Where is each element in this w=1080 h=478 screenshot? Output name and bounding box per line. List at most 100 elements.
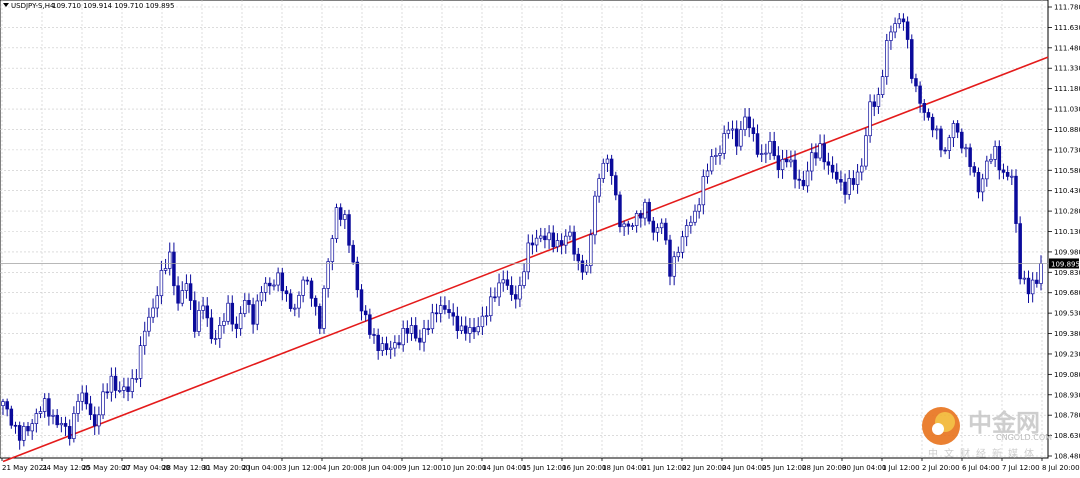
candle-body (422, 328, 426, 343)
candle-body (376, 334, 380, 351)
candle-body (951, 123, 956, 139)
candle-body (455, 315, 460, 331)
candle-body (334, 207, 339, 239)
candle[interactable] (868, 94, 872, 143)
candle-body (772, 140, 776, 157)
chart-window[interactable]: 109.895 111.780 111.630 111.480 111.330 111.… (0, 0, 1080, 474)
candle-body (609, 158, 614, 177)
candle-body (705, 170, 710, 177)
candle-body (276, 272, 280, 286)
candle-body (864, 135, 868, 167)
candle-body (347, 214, 351, 246)
candle-body (238, 313, 243, 329)
candle-body (726, 129, 731, 134)
candle-body (130, 378, 134, 392)
candle-body (843, 181, 847, 195)
candle-body (147, 316, 151, 332)
candle-body (268, 282, 272, 287)
candle-body (784, 159, 789, 163)
candle-body (935, 128, 939, 131)
candle-body (534, 237, 539, 246)
candle-body (564, 235, 568, 246)
candle-body (459, 325, 464, 331)
candle-body (547, 232, 551, 241)
candle-body (288, 293, 293, 309)
candle-body (9, 408, 14, 426)
candle-body (451, 312, 455, 317)
candle-body (26, 426, 30, 432)
candle-body (167, 251, 172, 269)
candle-body (13, 424, 18, 427)
watermark-brand-en: CNGOLD.COM (996, 433, 1052, 442)
candle-body (305, 279, 310, 282)
candle[interactable] (910, 34, 914, 84)
candle[interactable] (322, 285, 326, 334)
candle-body (960, 131, 964, 149)
candle-body (30, 423, 34, 432)
candle-body (680, 236, 685, 253)
candle-body (480, 315, 485, 328)
candle-body (672, 256, 676, 277)
candle-body (976, 171, 981, 193)
candle-body (751, 127, 756, 134)
candle-body (809, 152, 814, 172)
candle-body (134, 378, 139, 380)
candle-body (176, 285, 180, 304)
candle-body (764, 152, 768, 155)
candle-body (793, 159, 797, 180)
watermark-tagline: 中文财经新媒体 (928, 447, 1040, 460)
candle-body (689, 221, 693, 226)
candle-body (1, 401, 5, 407)
candle-body (885, 40, 889, 77)
candle-body (993, 146, 997, 160)
candle-body (897, 18, 902, 24)
candle-body (668, 239, 672, 277)
candle-body (438, 305, 443, 314)
candle-body (955, 123, 960, 133)
candle-body (468, 327, 472, 334)
chart-svg[interactable]: 109.895 111.780 111.630 111.480 111.330 111.… (0, 0, 1080, 474)
candle-body (655, 227, 660, 233)
candle-body (51, 414, 55, 417)
candle-body (501, 279, 505, 284)
time-tick-label: 25 Jun 12:00 (762, 464, 806, 472)
time-tick-label: 10 Jun 20:00 (442, 464, 486, 472)
candle-body (910, 39, 914, 79)
candle[interactable] (647, 198, 651, 225)
candle-body (739, 129, 743, 147)
time-tick-label: 24 Jun 04:00 (722, 464, 766, 472)
candle-body (197, 310, 201, 332)
candle-body (284, 290, 289, 295)
candle[interactable] (1014, 169, 1018, 233)
candle-body (868, 101, 872, 137)
cngold-logo-hole-icon (932, 423, 944, 435)
candle-body (1030, 279, 1035, 295)
candle-body (776, 155, 781, 170)
candle-body (413, 325, 418, 339)
candle[interactable] (334, 203, 339, 243)
candle-body (42, 398, 47, 412)
candle-body (17, 425, 22, 441)
candle-body (551, 232, 556, 248)
price-tick-label: 110.430 (1054, 187, 1080, 195)
candle-body (142, 330, 147, 346)
candle-body (814, 152, 818, 159)
candle-body (1018, 223, 1022, 280)
candle-body (893, 23, 897, 33)
candle-body (184, 283, 189, 291)
candle-body (293, 307, 297, 310)
price-tick-label: 110.880 (1054, 126, 1080, 134)
candle-body (968, 147, 972, 167)
candle[interactable] (9, 405, 14, 429)
candle-body (1026, 277, 1031, 295)
candle[interactable] (1018, 216, 1022, 285)
ohlc-header: 109.710 109.914 109.710 109.895 (52, 2, 174, 10)
candle-body (384, 343, 389, 350)
candle-body (388, 347, 393, 350)
candle-body (34, 413, 39, 424)
candle-body (805, 170, 810, 187)
candle-body (92, 414, 97, 427)
candle[interactable] (618, 191, 622, 233)
candle-body (743, 116, 747, 131)
time-tick-label: 8 Jul 20:00 (1042, 464, 1080, 472)
